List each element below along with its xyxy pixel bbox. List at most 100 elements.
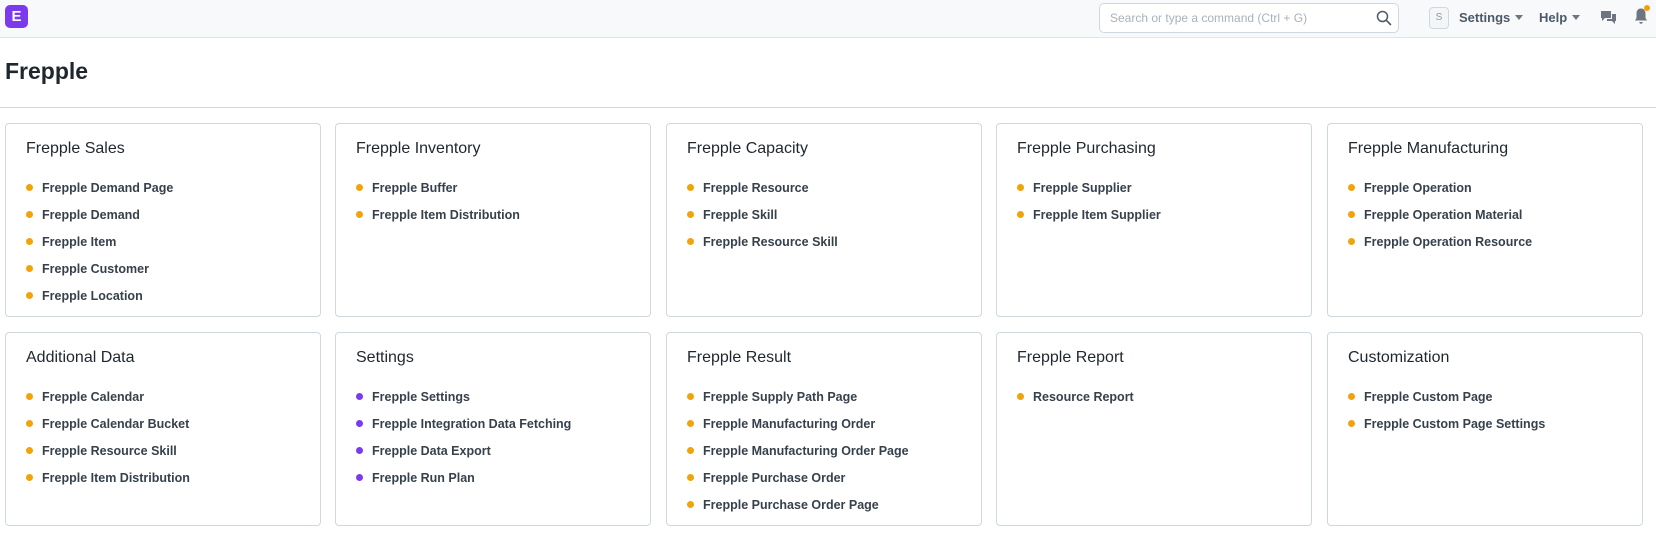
card-link[interactable]: Frepple Item Distribution: [26, 464, 190, 491]
search-bar[interactable]: [1099, 3, 1399, 33]
card-link[interactable]: Frepple Customer: [26, 255, 173, 282]
card-link[interactable]: Frepple Resource: [687, 174, 838, 201]
bullet-dot-icon: [26, 238, 33, 245]
bullet-dot-icon: [687, 211, 694, 218]
card-link[interactable]: Frepple Item Supplier: [1017, 201, 1161, 228]
card-title: Settings: [356, 349, 414, 366]
card-link-label: Frepple Resource Skill: [703, 234, 838, 249]
card-link[interactable]: Frepple Custom Page Settings: [1348, 410, 1545, 437]
card-link[interactable]: Frepple Run Plan: [356, 464, 571, 491]
card-link-label: Frepple Run Plan: [372, 470, 475, 485]
bullet-dot-icon: [687, 420, 694, 427]
card-link[interactable]: Frepple Location: [26, 282, 173, 309]
bullet-dot-icon: [26, 447, 33, 454]
card-link-list: Frepple Custom Page Frepple Custom Page S…: [1348, 383, 1545, 437]
bullet-dot-icon: [356, 184, 363, 191]
card-link-list: Frepple Resource Frepple Skill Frepple Res…: [687, 174, 838, 255]
card-link-label: Frepple Resource Skill: [42, 443, 177, 458]
bullet-dot-icon: [26, 393, 33, 400]
card-link-label: Frepple Item Supplier: [1033, 207, 1161, 222]
card-link-label: Frepple Custom Page: [1364, 389, 1493, 404]
settings-dropdown-label: Settings: [1459, 10, 1511, 25]
bullet-dot-icon: [687, 501, 694, 508]
card-link[interactable]: Frepple Custom Page: [1348, 383, 1545, 410]
help-dropdown[interactable]: Help: [1539, 10, 1581, 25]
card-link[interactable]: Frepple Demand: [26, 201, 173, 228]
card-link[interactable]: Frepple Purchase Order Page: [687, 491, 909, 518]
app-logo[interactable]: E: [5, 5, 28, 28]
card-title: Frepple Report: [1017, 349, 1124, 366]
card-link[interactable]: Frepple Purchase Order: [687, 464, 909, 491]
card-link-label: Frepple Item: [42, 234, 117, 249]
card-link-label: Frepple Manufacturing Order: [703, 416, 876, 431]
bullet-dot-icon: [1017, 211, 1024, 218]
card-link-label: Frepple Resource: [703, 180, 809, 195]
card-customization: Customization Frepple Custom Page Frepple…: [1327, 332, 1643, 526]
card-link[interactable]: Frepple Buffer: [356, 174, 520, 201]
chat-icon[interactable]: [1600, 9, 1617, 25]
card-link-label: Frepple Item Distribution: [42, 470, 190, 485]
card-link[interactable]: Frepple Item Distribution: [356, 201, 520, 228]
card-frepple-manufacturing: Frepple Manufacturing Frepple Operation F…: [1327, 123, 1643, 317]
card-link[interactable]: Frepple Resource Skill: [26, 437, 190, 464]
bullet-dot-icon: [26, 474, 33, 481]
card-link-label: Frepple Purchase Order Page: [703, 497, 879, 512]
card-title: Frepple Result: [687, 349, 792, 366]
card-link-label: Frepple Operation Resource: [1364, 234, 1533, 249]
card-link-label: Frepple Buffer: [372, 180, 458, 195]
bullet-dot-icon: [356, 211, 363, 218]
card-link[interactable]: Frepple Operation Resource: [1348, 228, 1532, 255]
card-link[interactable]: Resource Report: [1017, 383, 1134, 410]
card-link-label: Frepple Supply Path Page: [703, 389, 858, 404]
card-link[interactable]: Frepple Manufacturing Order Page: [687, 437, 909, 464]
card-link[interactable]: Frepple Calendar Bucket: [26, 410, 190, 437]
card-link[interactable]: Frepple Supply Path Page: [687, 383, 909, 410]
search-input[interactable]: [1110, 4, 1365, 32]
bullet-dot-icon: [26, 420, 33, 427]
page-title: Frepple: [5, 58, 89, 84]
search-icon[interactable]: [1376, 10, 1392, 26]
card-frepple-inventory: Frepple Inventory Frepple Buffer Frepple …: [335, 123, 651, 317]
card-link-label: Frepple Item Distribution: [372, 207, 520, 222]
bullet-dot-icon: [26, 184, 33, 191]
bullet-dot-icon: [1348, 211, 1355, 218]
card-title: Customization: [1348, 349, 1450, 366]
card-link-label: Frepple Manufacturing Order Page: [703, 443, 909, 458]
bullet-dot-icon: [1348, 184, 1355, 191]
card-link[interactable]: Frepple Settings: [356, 383, 571, 410]
bullet-dot-icon: [356, 420, 363, 427]
card-link[interactable]: Frepple Data Export: [356, 437, 571, 464]
card-link[interactable]: Frepple Item: [26, 228, 173, 255]
card-link[interactable]: Frepple Operation: [1348, 174, 1532, 201]
card-link-label: Frepple Demand Page: [42, 180, 174, 195]
card-link-list: Frepple Buffer Frepple Item Distribution: [356, 174, 520, 228]
card-frepple-sales: Frepple Sales Frepple Demand Page Frepple…: [5, 123, 321, 317]
card-link-label: Frepple Purchase Order: [703, 470, 846, 485]
card-frepple-report: Frepple Report Resource Report: [996, 332, 1312, 526]
card-link[interactable]: Frepple Skill: [687, 201, 838, 228]
bullet-dot-icon: [356, 393, 363, 400]
bullet-dot-icon: [687, 238, 694, 245]
avatar[interactable]: S: [1429, 7, 1449, 29]
card-link[interactable]: Frepple Operation Material: [1348, 201, 1532, 228]
settings-dropdown[interactable]: Settings: [1459, 10, 1524, 25]
card-link-label: Frepple Skill: [703, 207, 778, 222]
card-link-label: Frepple Custom Page Settings: [1364, 416, 1546, 431]
navbar: E S Settings Help: [0, 0, 1656, 38]
card-link-label: Frepple Settings: [372, 389, 470, 404]
bullet-dot-icon: [26, 211, 33, 218]
card-link-list: Frepple Calendar Frepple Calendar Bucket F…: [26, 383, 190, 491]
card-link[interactable]: Frepple Manufacturing Order: [687, 410, 909, 437]
card-title: Frepple Sales: [26, 140, 125, 157]
card-link[interactable]: Frepple Supplier: [1017, 174, 1161, 201]
card-link[interactable]: Frepple Integration Data Fetching: [356, 410, 571, 437]
bullet-dot-icon: [687, 474, 694, 481]
card-title: Additional Data: [26, 349, 135, 366]
bullet-dot-icon: [356, 474, 363, 481]
card-link[interactable]: Frepple Calendar: [26, 383, 190, 410]
card-link[interactable]: Frepple Resource Skill: [687, 228, 838, 255]
bullet-dot-icon: [687, 184, 694, 191]
card-link[interactable]: Frepple Demand Page: [26, 174, 173, 201]
card-link-list: Frepple Supplier Frepple Item Supplier: [1017, 174, 1161, 228]
card-frepple-purchasing: Frepple Purchasing Frepple Supplier Frepp…: [996, 123, 1312, 317]
